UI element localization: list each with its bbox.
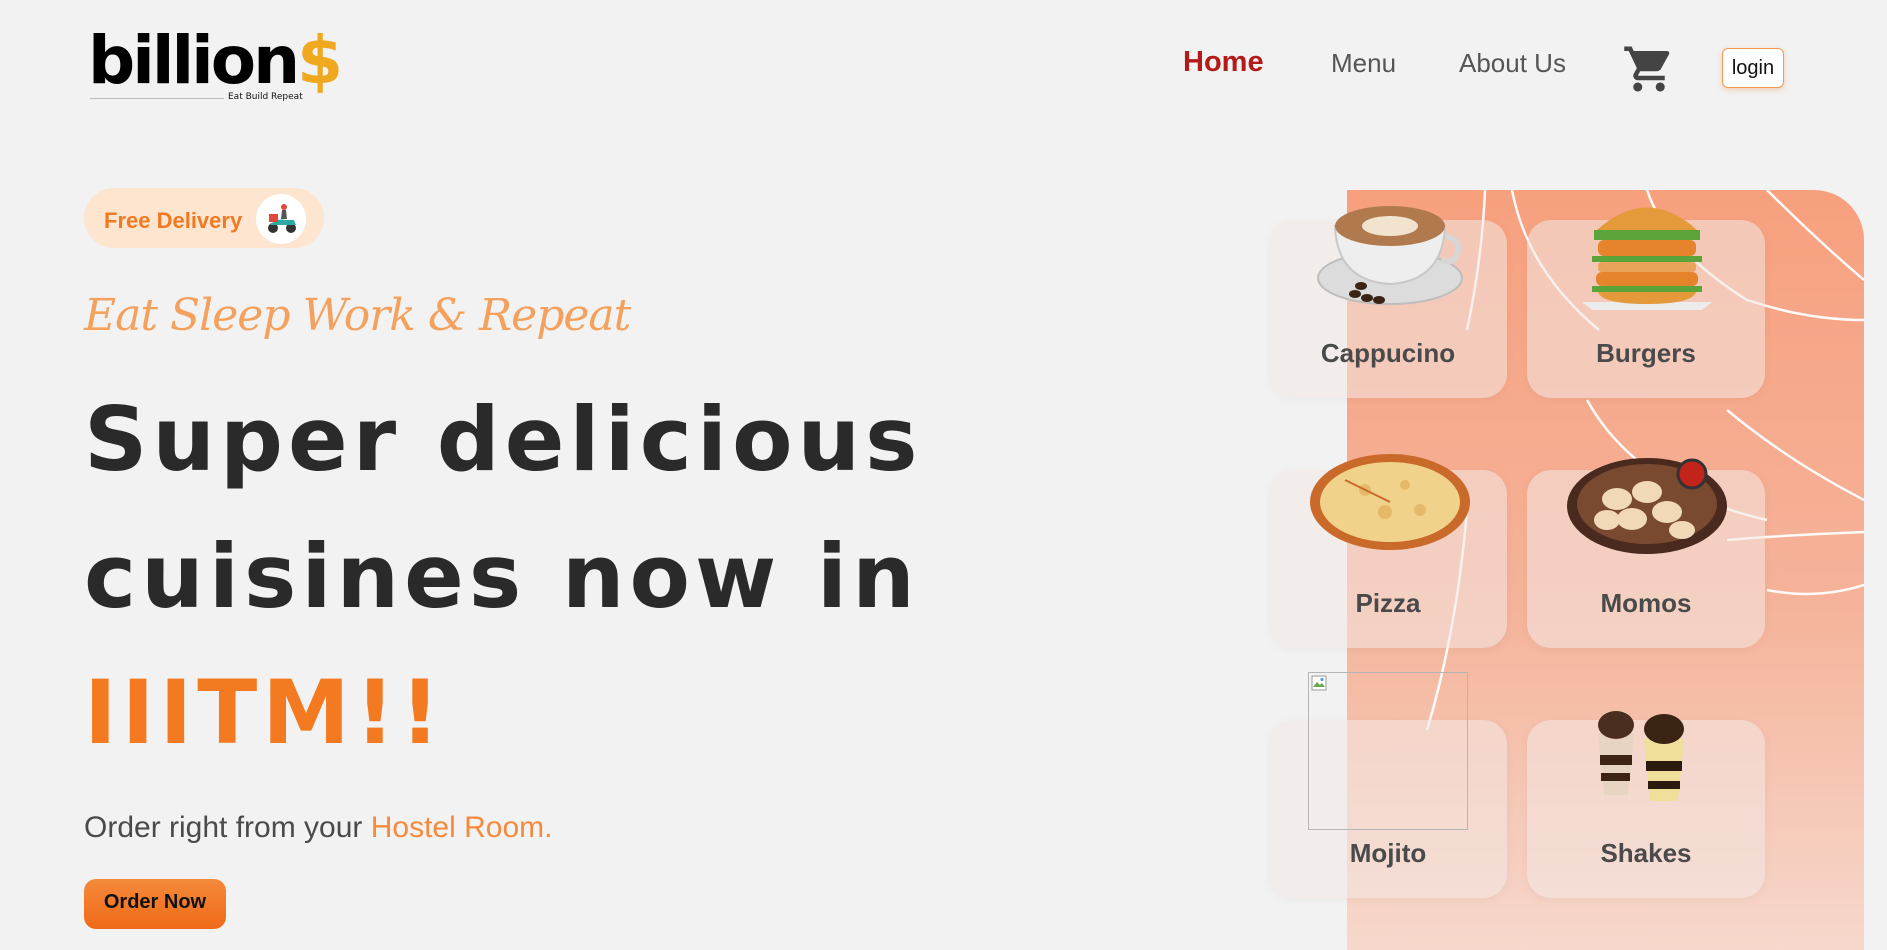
menu-card-label: Pizza xyxy=(1355,588,1421,618)
badge-label: Free Delivery xyxy=(104,208,243,233)
cart-icon[interactable] xyxy=(1622,42,1676,96)
subtext-prefix: Order right from your xyxy=(84,811,371,844)
menu-card-label: Momos xyxy=(1600,588,1692,618)
brand-name: billion xyxy=(88,22,300,99)
brand-logo[interactable]: billion$ Eat Build Repeat xyxy=(88,28,343,108)
pizza-icon xyxy=(1310,454,1470,550)
brand-tagline: Eat Build Repeat xyxy=(228,92,303,102)
hero-tagline: Eat Sleep Work & Repeat xyxy=(84,290,631,341)
headline-line-2: cuisines now in xyxy=(84,525,920,628)
free-delivery-badge: Free Delivery xyxy=(84,188,324,248)
brand-dollar-symbol: $ xyxy=(297,22,343,99)
burger-icon xyxy=(1582,207,1712,310)
broken-image-icon xyxy=(1311,675,1327,691)
login-button[interactable]: login xyxy=(1722,48,1784,88)
menu-card-label: Burgers xyxy=(1596,338,1696,368)
nav-home[interactable]: Home xyxy=(1183,46,1264,79)
logo-underline xyxy=(90,98,224,99)
mojito-image-placeholder xyxy=(1308,672,1468,830)
momos-icon xyxy=(1567,458,1727,554)
shakes-icon xyxy=(1598,711,1684,801)
coffee-cup-icon xyxy=(1317,206,1463,305)
menu-card-label: Cappucino xyxy=(1320,338,1456,368)
headline-line-1: Super delicious xyxy=(84,388,923,491)
nav-menu[interactable]: Menu xyxy=(1331,48,1396,79)
delivery-scooter-icon xyxy=(256,194,306,244)
menu-card-label: Mojito xyxy=(1349,838,1427,868)
order-now-button[interactable]: Order Now xyxy=(84,879,226,929)
hero-subtext: Order right from your Hostel Room. xyxy=(84,811,552,845)
menu-card-label: Shakes xyxy=(1600,838,1692,868)
headline-highlight: IIITM!! xyxy=(84,661,446,764)
subtext-accent: Hostel Room. xyxy=(370,811,553,844)
nav-about-us[interactable]: About Us xyxy=(1459,48,1566,79)
